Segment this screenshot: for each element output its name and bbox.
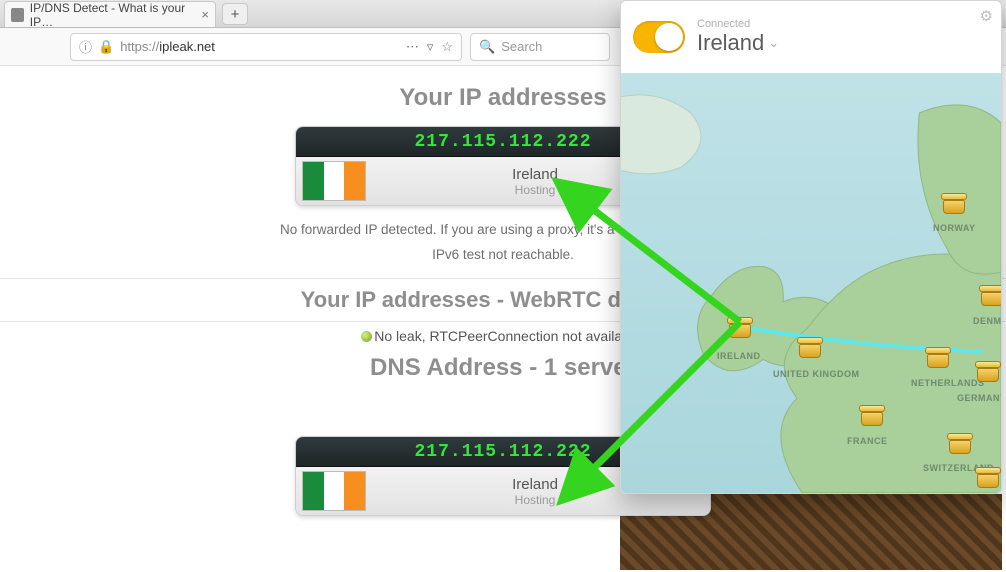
reader-icon[interactable]: ⋯ — [406, 39, 419, 55]
gear-icon[interactable]: ⚙ — [980, 7, 993, 25]
site-info-icon[interactable]: ⓘ — [79, 37, 92, 56]
map-label-france: FRANCE — [847, 436, 888, 446]
search-icon: 🔍 — [479, 39, 495, 55]
lock-icon: 🔒 — [98, 39, 114, 55]
vpn-status-label: Connected — [697, 18, 779, 30]
pocket-icon[interactable]: ▿ — [427, 39, 434, 55]
vpn-extension-popup: ⚙ Connected Ireland ⌄ IRELAND UNITED KIN… — [620, 0, 1002, 494]
server-marker-norway[interactable] — [943, 195, 965, 215]
server-marker-germany[interactable] — [977, 363, 999, 383]
new-tab-button[interactable]: + — [222, 3, 248, 25]
url-text: https://ipleak.net — [120, 39, 400, 54]
tab-close-icon[interactable]: × — [201, 7, 209, 22]
server-marker-netherlands[interactable] — [927, 349, 949, 369]
bookmark-star-icon[interactable]: ☆ — [441, 39, 453, 55]
browser-tab-active[interactable]: IP/DNS Detect - What is your IP… × — [4, 1, 216, 27]
search-bar[interactable]: 🔍 Search — [470, 33, 610, 61]
server-marker-uk[interactable] — [799, 339, 821, 359]
map-svg — [621, 73, 1001, 493]
status-dot-ok-icon — [361, 331, 372, 342]
server-marker-extra[interactable] — [977, 469, 999, 489]
tab-favicon — [11, 8, 24, 22]
tab-title: IP/DNS Detect - What is your IP… — [30, 1, 196, 29]
map-label-ireland: IRELAND — [717, 351, 761, 361]
map-label-denmark: DENM — [973, 316, 1002, 326]
plus-icon: + — [231, 6, 240, 23]
server-marker-denmark[interactable] — [981, 287, 1002, 307]
vpn-toggle-switch[interactable] — [633, 21, 685, 53]
server-marker-ireland[interactable] — [729, 319, 751, 339]
search-placeholder: Search — [501, 39, 542, 54]
server-marker-france[interactable] — [861, 407, 883, 427]
address-bar[interactable]: ⓘ 🔒 https://ipleak.net ⋯ ▿ ☆ — [70, 33, 462, 61]
dns-type: Hosting — [366, 493, 704, 507]
server-marker-switzerland[interactable] — [949, 435, 971, 455]
map-label-uk: UNITED KINGDOM — [773, 369, 860, 379]
flag-ireland-icon — [302, 161, 366, 201]
map-label-netherlands: NETHERLANDS — [911, 378, 985, 388]
chevron-down-icon: ⌄ — [768, 35, 779, 51]
map-label-norway: NORWAY — [933, 223, 976, 233]
vpn-location-selector[interactable]: Ireland ⌄ — [697, 30, 779, 56]
map-label-germany: GERMANY — [957, 393, 1002, 403]
vpn-map[interactable]: IRELAND UNITED KINGDOM FRANCE NETHERLAND… — [621, 73, 1001, 494]
flag-ireland-icon — [302, 471, 366, 511]
